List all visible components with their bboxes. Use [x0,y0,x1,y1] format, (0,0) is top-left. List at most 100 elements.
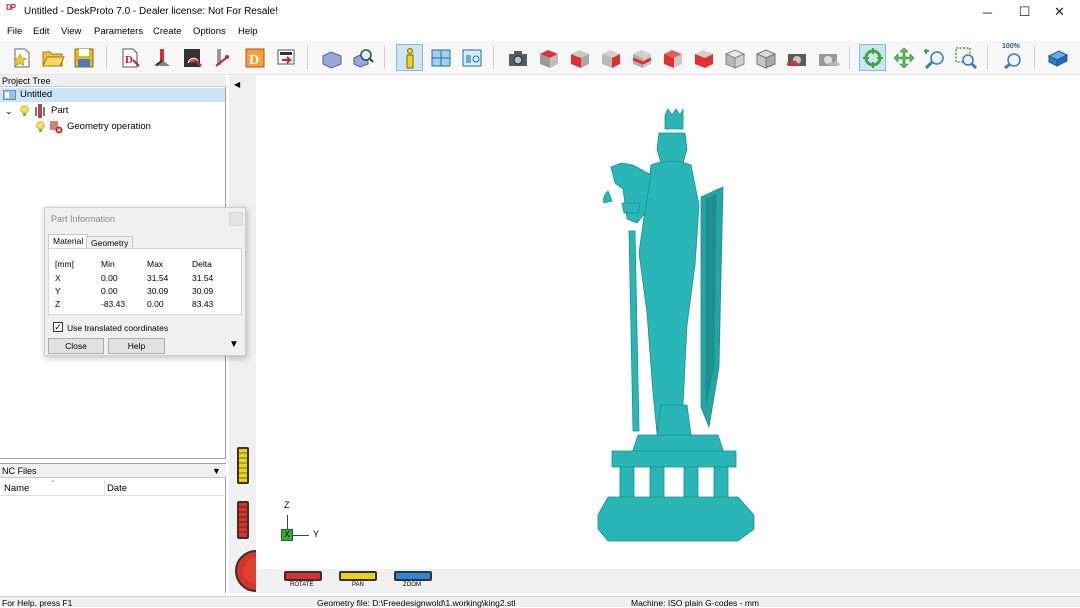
camera-icon[interactable] [504,44,531,71]
part-information-dialog: Part Information Material Geometry [mm] … [44,207,246,356]
wizard-rotary-icon[interactable] [210,44,237,71]
dialog-title: Part Information [51,214,116,224]
axis-label-x: X [281,529,293,541]
view-bottom-icon[interactable] [690,44,717,71]
project-tree-header: Project Tree [0,75,226,87]
menu-edit[interactable]: Edit [33,26,49,37]
help-book-icon[interactable] [1044,44,1071,71]
open-icon[interactable] [39,44,66,71]
axis-label-y: Y [313,529,320,539]
send-icon[interactable] [272,44,299,71]
part-figure-icon [34,104,46,118]
row-axis: Y [55,286,61,296]
info-icon[interactable] [396,44,423,71]
column-header-unit: [mm] [55,259,74,269]
dropdown-arrow-icon[interactable]: ▼ [212,464,221,478]
title-bar: DP Untitled - DeskProto 7.0 - Dealer lic… [0,0,1080,24]
part-icon[interactable] [318,44,345,71]
menu-help[interactable]: Help [238,26,258,37]
window-icon[interactable] [458,44,485,71]
new-project-icon[interactable] [8,44,35,71]
view-back-icon[interactable] [659,44,686,71]
zoom-in-icon[interactable] [921,44,948,71]
nc-files-header[interactable]: NC Files ▼ [0,464,226,478]
view-iso-2-icon[interactable] [752,44,779,71]
sort-indicator-icon: ⌄ [50,477,56,484]
column-header-date[interactable]: Date [107,483,127,494]
axis-label-z: Z [284,500,290,510]
view-top-icon[interactable] [535,44,562,71]
row-min: -83.43 [101,299,126,309]
row-min: 0.00 [101,286,118,296]
find-icon[interactable] [349,44,376,71]
main-toolbar: D D 100% [0,41,1080,75]
wizard-icon[interactable]: D [117,44,144,71]
view-front-icon[interactable] [566,44,593,71]
king-chess-piece-model [597,108,755,542]
row-axis: X [55,273,61,283]
window-title: Untitled - DeskProto 7.0 - Dealer licens… [24,6,278,17]
column-header-min: Min [101,259,115,269]
svg-text:D: D [125,54,133,66]
rotate-wheel-vertical-icon[interactable] [237,501,249,539]
column-divider[interactable] [104,480,105,496]
chevron-down-icon[interactable]: ⌄ [5,104,13,118]
svg-text:D: D [249,53,259,68]
row-min: 0.00 [101,273,118,283]
wizard-2d-icon[interactable] [148,44,175,71]
menu-view[interactable]: View [61,26,81,37]
wizard-3d-icon[interactable] [179,44,206,71]
lightbulb-icon[interactable] [36,121,45,133]
dialog-close-icon[interactable] [229,212,243,226]
dimensions-table: [mm] Min Max Delta X 0.00 31.54 31.54 Y … [48,248,242,315]
checkbox-label: Use translated coordinates [67,323,169,333]
rotate-icon[interactable] [859,44,886,71]
pan-wheel-icon[interactable] [237,447,249,484]
tab-material[interactable]: Material [48,234,89,248]
pan-mode-label: PAN [352,582,364,588]
column-header-delta: Delta [192,259,212,269]
rotate-mode-button[interactable] [284,571,322,581]
geometry-operation-error-icon [49,120,63,134]
tree-item-label: Part [51,105,69,116]
translated-coordinates-checkbox[interactable]: ✓ [53,322,63,332]
tree-item-geometry-operation[interactable]: Geometry operation [0,120,225,134]
column-header-max: Max [147,259,164,269]
status-bar: For Help, press F1 Geometry file: D:\Fre… [0,596,1080,608]
lightbulb-icon[interactable] [20,105,29,117]
row-delta: 31.54 [192,273,214,283]
view-iso-icon[interactable] [721,44,748,71]
view-right-icon[interactable] [628,44,655,71]
menu-parameters[interactable]: Parameters [94,26,143,37]
menu-options[interactable]: Options [193,26,226,37]
mouse-mode-strip: ROTATE PAN ZOOM [256,569,1080,593]
close-dialog-button[interactable]: Close [48,338,104,354]
menu-file[interactable]: File [7,26,22,37]
tab-geometry[interactable]: Geometry [86,236,134,248]
row-max: 0.00 [147,299,164,309]
zoom-window-icon[interactable] [952,44,979,71]
pan-icon[interactable] [890,44,917,71]
app-logo-icon: DP [6,3,16,12]
view-left-icon[interactable] [597,44,624,71]
tree-item-label: Geometry operation [67,121,151,132]
view-next-icon[interactable] [814,44,841,71]
pan-mode-button[interactable] [339,571,377,581]
layout-icon[interactable] [427,44,454,71]
expand-arrow-icon[interactable]: ▼ [229,339,239,350]
column-header-name[interactable]: Name [4,483,29,494]
help-button[interactable]: Help [108,338,165,354]
nc-files-panel: NC Files ▼ Name ⌄ Date [0,463,226,593]
collapse-arrow-icon[interactable]: ◀ [234,80,240,89]
close-button[interactable]: ✕ [1037,0,1080,24]
save-icon[interactable] [70,44,97,71]
view-previous-icon[interactable] [783,44,810,71]
3d-viewport[interactable]: Z X Y [256,75,1080,569]
zoom-mode-button[interactable] [394,571,432,581]
menu-bar: File Edit View Parameters Create Options… [0,25,1080,41]
tree-item-untitled[interactable]: Untitled [0,88,225,102]
menu-create[interactable]: Create [153,26,182,37]
tree-item-part[interactable]: ⌄ Part [0,104,225,118]
decor-icon[interactable]: D [241,44,268,71]
rotate-mode-label: ROTATE [290,582,314,588]
